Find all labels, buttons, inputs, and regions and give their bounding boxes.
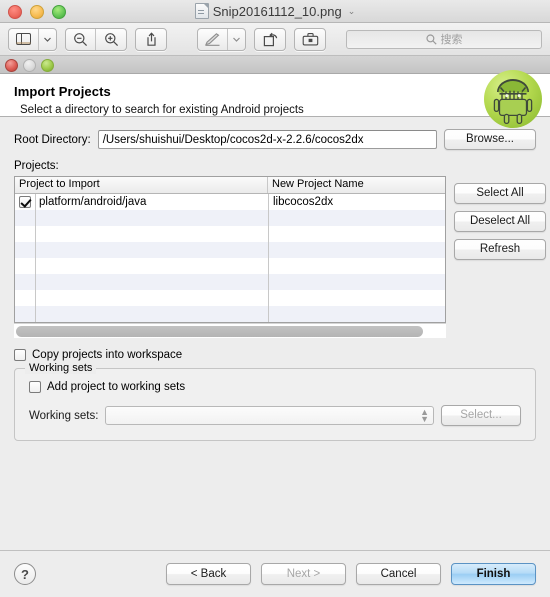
projects-table-header: Project to Import New Project Name [15, 177, 445, 194]
horizontal-scrollbar[interactable] [14, 323, 446, 338]
toolbox-toolbar-group [294, 27, 326, 51]
page-subtitle: Select a directory to search for existin… [20, 104, 304, 116]
column-header-new-project-name[interactable]: New Project Name [268, 177, 445, 193]
toolbox-button[interactable] [295, 29, 325, 50]
rotate-toolbar-group [254, 27, 286, 51]
projects-table: Project to Import New Project Name platf… [14, 176, 446, 323]
dialog-traffic-lights [5, 59, 54, 72]
row-checkbox[interactable] [19, 196, 31, 208]
close-window-button[interactable] [8, 5, 22, 19]
sidebar-toolbar-group [8, 27, 57, 51]
dialog-minimize-button [23, 59, 36, 72]
copy-projects-checkbox[interactable] [14, 349, 26, 361]
working-sets-row: Working sets: ▲ ▼ Select... [29, 405, 521, 426]
stepper-icon: ▲ ▼ [420, 406, 429, 424]
zoom-window-button[interactable] [52, 5, 66, 19]
window-title-text: Snip20161112_10.png [212, 3, 342, 19]
working-sets-select-button[interactable]: Select... [441, 405, 521, 426]
dialog-header: Import Projects Select a directory to se… [0, 70, 550, 128]
add-to-working-sets-label: Add project to working sets [47, 381, 186, 393]
working-sets-select[interactable]: ▲ ▼ [105, 406, 434, 425]
markup-options-chevron-down-icon[interactable] [228, 29, 245, 50]
search-icon [425, 33, 437, 45]
horizontal-scrollbar-thumb[interactable] [16, 326, 423, 337]
help-icon[interactable]: ? [14, 563, 36, 585]
working-sets-group: Working sets Add project to working sets… [14, 362, 536, 441]
table-row[interactable]: platform/android/java libcocos2dx [15, 194, 445, 210]
minimize-window-button[interactable] [30, 5, 44, 19]
next-button: Next > [261, 563, 346, 585]
search-placeholder: 搜索 [440, 34, 463, 46]
page-title: Import Projects [14, 84, 111, 99]
import-projects-dialog: Import Projects Select a directory to se… [0, 56, 550, 597]
chevron-down-icon[interactable]: ⌄ [348, 6, 356, 17]
cell-project-to-import: platform/android/java [39, 196, 147, 208]
dialog-footer: ? < Back Next > Cancel Finish [0, 550, 550, 597]
share-button[interactable] [136, 29, 166, 50]
zoom-toolbar-group [65, 27, 127, 51]
root-directory-input[interactable]: /Users/shuishui/Desktop/cocos2d-x-2.2.6/… [97, 130, 437, 149]
column-header-project-to-import[interactable]: Project to Import [15, 177, 268, 193]
select-all-button[interactable]: Select All [454, 183, 546, 204]
preview-window: Snip20161112_10.png ⌄ 搜索 Import Projects… [0, 0, 550, 597]
finish-button[interactable]: Finish [451, 563, 536, 585]
preview-titlebar: Snip20161112_10.png ⌄ [0, 0, 550, 23]
refresh-button[interactable]: Refresh [454, 239, 546, 260]
markup-toolbar-group [197, 27, 246, 51]
add-to-working-sets-checkbox[interactable] [29, 381, 41, 393]
projects-label: Projects: [14, 160, 59, 172]
sidebar-options-chevron-down-icon[interactable] [39, 29, 56, 50]
preview-toolbar: 搜索 [0, 23, 550, 56]
browse-button[interactable]: Browse... [444, 129, 536, 150]
share-toolbar-group [135, 27, 167, 51]
sidebar-toggle-button[interactable] [9, 28, 39, 50]
dialog-body: Root Directory: /Users/shuishui/Desktop/… [0, 117, 550, 550]
zoom-in-button[interactable] [96, 29, 126, 50]
rotate-left-button[interactable] [255, 29, 285, 50]
projects-table-area: Project to Import New Project Name platf… [14, 176, 546, 338]
column-divider [268, 194, 269, 322]
window-title: Snip20161112_10.png ⌄ [194, 3, 356, 19]
row-checkbox-cell[interactable] [15, 196, 35, 208]
back-button[interactable]: < Back [166, 563, 251, 585]
zoom-out-button[interactable] [66, 28, 96, 50]
projects-side-buttons: Select All Deselect All Refresh [454, 176, 546, 260]
root-directory-row: Root Directory: /Users/shuishui/Desktop/… [14, 129, 536, 150]
checkbox-column-divider [35, 194, 36, 322]
cell-new-project-name: libcocos2dx [273, 196, 334, 208]
window-traffic-lights [8, 5, 66, 19]
dialog-zoom-button[interactable] [41, 59, 54, 72]
markup-pen-button[interactable] [198, 28, 228, 50]
copy-projects-row[interactable]: Copy projects into workspace [14, 349, 536, 361]
search-input[interactable]: 搜索 [346, 29, 542, 49]
working-sets-group-title: Working sets [25, 362, 97, 374]
footer-buttons: < Back Next > Cancel Finish [166, 563, 536, 585]
projects-table-column: Project to Import New Project Name platf… [14, 176, 446, 338]
cancel-button[interactable]: Cancel [356, 563, 441, 585]
dialog-close-button[interactable] [5, 59, 18, 72]
root-directory-label: Root Directory: [14, 133, 91, 146]
copy-projects-label: Copy projects into workspace [32, 349, 183, 361]
dialog-titlebar [0, 56, 550, 74]
working-sets-label: Working sets: [29, 409, 99, 422]
document-icon [194, 3, 209, 19]
projects-table-body: platform/android/java libcocos2dx [15, 194, 445, 322]
deselect-all-button[interactable]: Deselect All [454, 211, 546, 232]
add-to-working-sets-row[interactable]: Add project to working sets [29, 381, 521, 393]
